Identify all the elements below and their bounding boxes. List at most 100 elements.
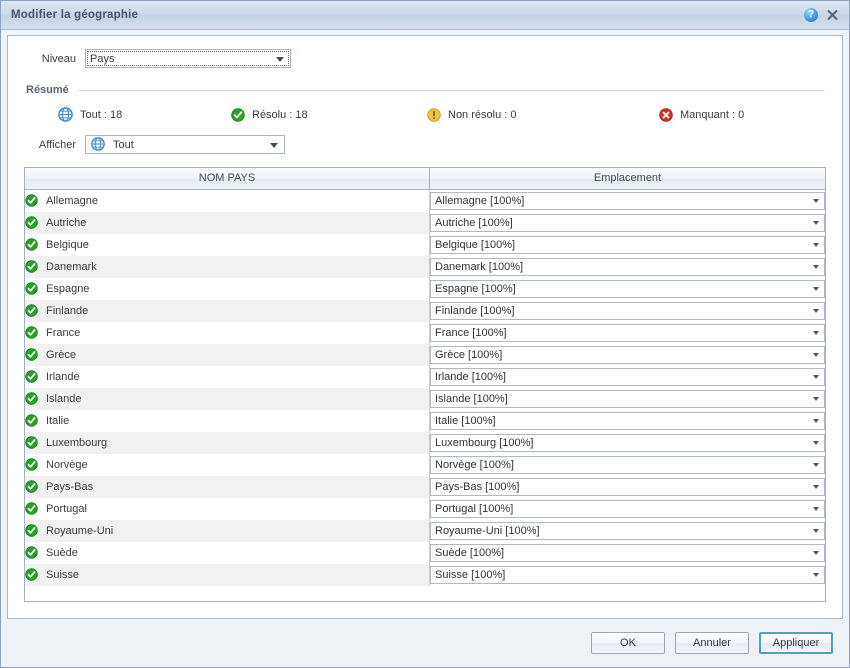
chevron-down-icon (813, 463, 819, 467)
check-icon (25, 348, 39, 362)
check-icon (25, 392, 39, 406)
location-select[interactable]: Allemagne [100%] (430, 192, 825, 210)
country-name-cell: Finlande (25, 300, 430, 322)
location-select[interactable]: Belgique [100%] (430, 236, 825, 254)
table-row[interactable]: Portugal Portugal [100%] (25, 498, 825, 520)
location-select[interactable]: Suède [100%] (430, 544, 825, 562)
close-icon[interactable] (825, 8, 839, 22)
check-icon (25, 480, 39, 494)
country-name-label: Danemark (46, 261, 97, 273)
geography-table: NOM PAYS Emplacement Allemagne Allemagne … (24, 167, 826, 602)
location-cell: Royaume-Uni [100%] (429, 520, 825, 542)
help-icon[interactable]: ? (804, 8, 818, 22)
afficher-label: Afficher (38, 138, 76, 151)
country-name-label: Luxembourg (46, 437, 108, 449)
table-row[interactable]: Suisse Suisse [100%] (25, 564, 825, 586)
chevron-down-icon (813, 243, 819, 247)
table-row[interactable]: Royaume-Uni Royaume-Uni [100%] (25, 520, 825, 542)
table-row[interactable]: Danemark Danemark [100%] (25, 256, 825, 278)
location-selected-value: Italie [100%] (435, 415, 496, 427)
country-name-label: France (46, 327, 81, 339)
location-select[interactable]: Finlande [100%] (430, 302, 825, 320)
location-selected-value: Grèce [100%] (435, 349, 503, 361)
location-selected-value: Danemark [100%] (435, 261, 524, 273)
table-row[interactable]: Pays-Bas Pays-Bas [100%] (25, 476, 825, 498)
location-select[interactable]: Suisse [100%] (430, 566, 825, 584)
location-cell: Islande [100%] (429, 388, 825, 410)
location-select[interactable]: Irlande [100%] (430, 368, 825, 386)
summary-item-unresolved-label: Non résolu : 0 (448, 108, 517, 121)
location-select[interactable]: Pays-Bas [100%] (430, 478, 825, 496)
niveau-select[interactable]: Pays (85, 49, 291, 68)
summary-item-all: Tout : 18 (58, 107, 231, 122)
ok-button[interactable]: OK (591, 632, 665, 654)
location-select[interactable]: Danemark [100%] (430, 258, 825, 276)
column-header-location[interactable]: Emplacement (429, 168, 825, 190)
location-selected-value: Portugal [100%] (435, 503, 514, 515)
apply-button[interactable]: Appliquer (759, 632, 833, 654)
check-icon (25, 370, 39, 384)
table-row[interactable]: Italie Italie [100%] (25, 410, 825, 432)
summary-item-resolved: Résolu : 18 (231, 107, 427, 122)
check-icon (25, 546, 39, 560)
summary-item-missing-label: Manquant : 0 (680, 108, 745, 121)
location-cell: Autriche [100%] (429, 212, 825, 234)
location-select[interactable]: Royaume-Uni [100%] (430, 522, 825, 540)
check-icon (231, 107, 245, 122)
table-row[interactable]: France France [100%] (25, 322, 825, 344)
dialog-footer: OK Annuler Appliquer (1, 619, 849, 667)
summary-counts: Tout : 18 Résolu : 18 Non résolu: 0 Man… (8, 107, 842, 122)
summary-item-missing: Manquant : 0 (659, 107, 745, 122)
location-selected-value: Islande [100%] (435, 393, 508, 405)
check-icon (25, 216, 39, 230)
table-row[interactable]: Allemagne Allemagne [100%] (25, 189, 825, 212)
location-select[interactable]: France [100%] (430, 324, 825, 342)
table-row[interactable]: Luxembourg Luxembourg [100%] (25, 432, 825, 454)
table-row[interactable]: Grèce Grèce [100%] (25, 344, 825, 366)
location-cell: Finlande [100%] (429, 300, 825, 322)
table-row[interactable]: Islande Islande [100%] (25, 388, 825, 410)
check-icon (25, 260, 39, 274)
location-cell: Norvège [100%] (429, 454, 825, 476)
table-row[interactable]: Irlande Irlande [100%] (25, 366, 825, 388)
country-name-cell: Suède (25, 542, 430, 564)
cancel-button[interactable]: Annuler (675, 632, 749, 654)
location-select[interactable]: Autriche [100%] (430, 214, 825, 232)
titlebar-buttons: ? (804, 8, 843, 22)
location-cell: Suède [100%] (429, 542, 825, 564)
country-name-label: Autriche (46, 217, 87, 229)
check-icon (25, 238, 39, 252)
location-select[interactable]: Grèce [100%] (430, 346, 825, 364)
country-name-cell: Grèce (25, 344, 430, 366)
country-name-label: Finlande (46, 305, 89, 317)
error-icon (659, 107, 673, 122)
chevron-down-icon (813, 551, 819, 555)
location-selected-value: Irlande [100%] (435, 371, 506, 383)
country-name-label: Suisse (46, 569, 80, 581)
country-name-cell: Norvège (25, 454, 430, 476)
location-select[interactable]: Portugal [100%] (430, 500, 825, 518)
chevron-down-icon (270, 142, 278, 148)
location-select[interactable]: Islande [100%] (430, 390, 825, 408)
location-select[interactable]: Espagne [100%] (430, 280, 825, 298)
column-header-country-name[interactable]: NOM PAYS (25, 168, 430, 190)
check-icon (25, 524, 39, 538)
afficher-select[interactable]: Tout (85, 135, 285, 154)
location-select[interactable]: Italie [100%] (430, 412, 825, 430)
location-selected-value: Belgique [100%] (435, 239, 516, 251)
country-name-cell: Autriche (25, 212, 430, 234)
check-icon (25, 194, 39, 208)
table-row[interactable]: Autriche Autriche [100%] (25, 212, 825, 234)
chevron-down-icon (813, 419, 819, 423)
location-select[interactable]: Luxembourg [100%] (430, 434, 825, 452)
table-header-row: NOM PAYS Emplacement (25, 168, 825, 190)
summary-title: Résumé (26, 84, 69, 96)
chevron-down-icon (813, 353, 819, 357)
table-row[interactable]: Norvège Norvège [100%] (25, 454, 825, 476)
table-row[interactable]: Espagne Espagne [100%] (25, 278, 825, 300)
location-select[interactable]: Norvège [100%] (430, 456, 825, 474)
table-row[interactable]: Finlande Finlande [100%] (25, 300, 825, 322)
table-row[interactable]: Belgique Belgique [100%] (25, 234, 825, 256)
country-name-label: Pays-Bas (46, 481, 94, 493)
table-row[interactable]: Suède Suède [100%] (25, 542, 825, 564)
